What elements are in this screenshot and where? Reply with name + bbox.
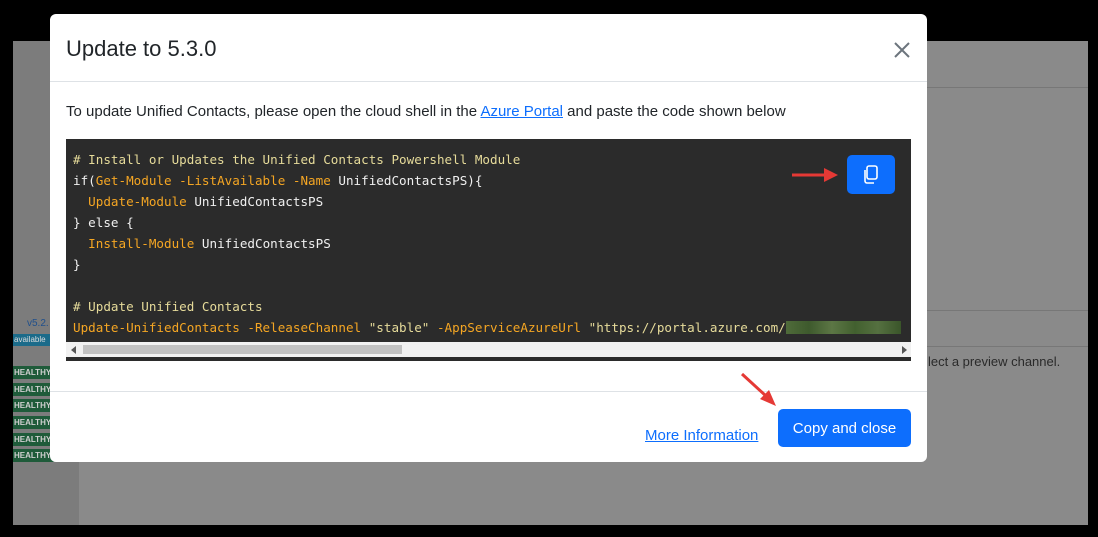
more-information-link[interactable]: More Information [645, 427, 758, 444]
scroll-right-button[interactable] [896, 342, 911, 357]
available-badge: available [13, 334, 54, 346]
code-token: Get-Module -ListAvailable -Name [95, 173, 331, 188]
status-badge: HEALTHY [13, 433, 54, 446]
copy-and-close-button[interactable]: Copy and close [778, 409, 911, 447]
copy-code-button[interactable] [847, 155, 895, 194]
modal-title: Update to 5.3.0 [66, 36, 217, 61]
code-token: "https://portal.azure.com/ [581, 320, 786, 335]
code-token: Install-Module [73, 236, 195, 251]
scroll-right-icon [901, 345, 907, 354]
code-line: } [73, 257, 81, 272]
redacted-text [785, 321, 901, 334]
code-content: # Install or Updates the Unified Contact… [73, 149, 901, 338]
scroll-left-icon [70, 345, 76, 354]
scroll-left-button[interactable] [66, 342, 81, 357]
close-icon [894, 42, 910, 58]
background-hint-text: lect a preview channel. [928, 354, 1061, 369]
status-badge: HEALTHY [13, 399, 54, 412]
status-badge: HEALTHY [13, 416, 54, 429]
close-button[interactable] [888, 36, 916, 64]
horizontal-scrollbar[interactable] [66, 342, 911, 357]
modal-footer: More Information Copy and close [50, 391, 927, 462]
code-line: } else { [73, 215, 134, 230]
code-token: Update-Module [73, 194, 187, 209]
status-badge: HEALTHY [13, 449, 54, 462]
code-token: UnifiedContactsPS [186, 194, 324, 209]
code-line: # Install or Updates the Unified Contact… [73, 152, 521, 167]
azure-portal-link[interactable]: Azure Portal [480, 103, 563, 120]
modal-header: Update to 5.3.0 [50, 14, 927, 82]
intro-text: To update Unified Contacts, please open … [66, 103, 786, 120]
copy-icon [864, 164, 878, 184]
status-badge: HEALTHY [13, 366, 54, 379]
code-token: if( [73, 173, 96, 188]
code-block[interactable]: # Install or Updates the Unified Contact… [66, 139, 911, 361]
code-token: UnifiedContactsPS [194, 236, 331, 251]
code-line: # Update Unified Contacts [73, 299, 263, 314]
code-token: UnifiedContactsPS){ [330, 173, 483, 188]
code-token: Update-UnifiedContacts -ReleaseChannel [73, 320, 362, 335]
intro-text-end: and paste the code shown below [563, 103, 786, 120]
code-token: "stable" [361, 320, 430, 335]
scrollbar-thumb[interactable] [83, 345, 402, 354]
version-label: v5.2. [27, 318, 49, 329]
status-badge: HEALTHY [13, 383, 54, 396]
code-token: -AppServiceAzureUrl [429, 320, 582, 335]
intro-text-start: To update Unified Contacts, please open … [66, 103, 481, 120]
update-modal: Update to 5.3.0 To update Unified Contac… [50, 14, 927, 462]
